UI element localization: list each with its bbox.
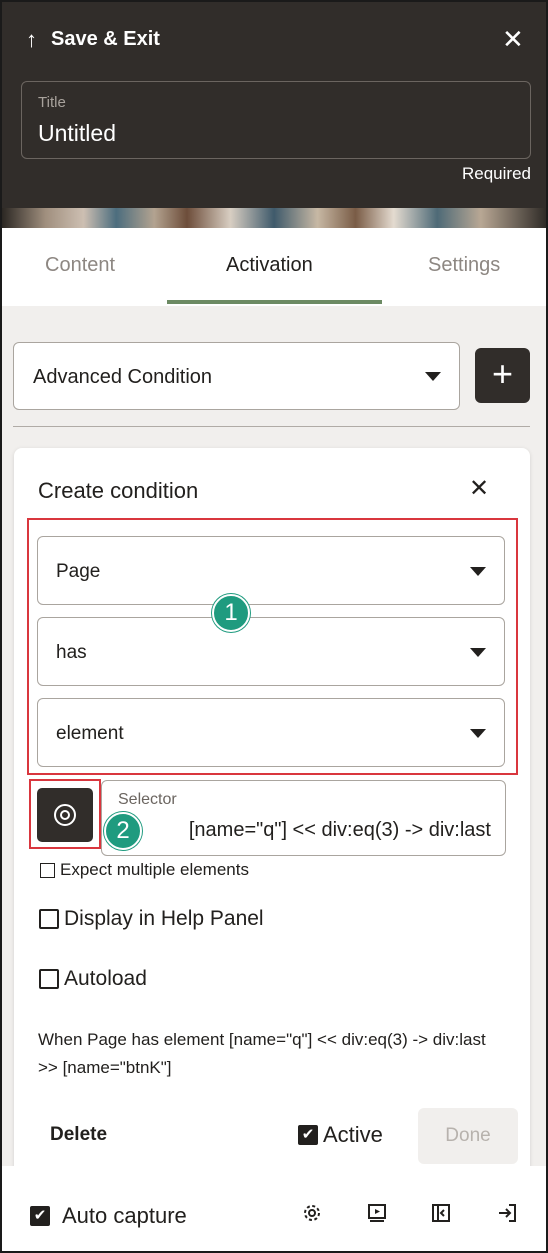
close-icon[interactable]: ✕ (502, 26, 524, 52)
chevron-down-icon (470, 648, 486, 657)
checkmark-icon: ✔ (30, 1206, 50, 1226)
display-help-panel-label: Display in Help Panel (64, 907, 264, 930)
add-condition-button[interactable]: + (475, 348, 530, 403)
autoload-label: Autoload (64, 967, 147, 990)
close-icon[interactable]: ✕ (469, 474, 489, 503)
expect-multiple-checkbox[interactable]: Expect multiple elements (40, 860, 249, 880)
title-field-label: Title (38, 94, 66, 111)
card-title: Create condition (38, 478, 199, 503)
active-checkbox[interactable]: ✔ Active (298, 1122, 383, 1148)
panel-frame: ↑ Save & Exit ✕ Title Untitled Required … (0, 0, 548, 1253)
decorative-banner (2, 208, 546, 228)
gear-icon[interactable] (301, 1202, 323, 1224)
expect-multiple-label: Expect multiple elements (60, 860, 249, 879)
done-button[interactable]: Done (418, 1108, 518, 1164)
checkmark-icon: ✔ (298, 1125, 318, 1145)
target-select-value: element (56, 723, 124, 744)
divider (13, 426, 530, 427)
checkbox-icon (40, 862, 55, 878)
panel-footer: ✔ Auto capture (2, 1166, 546, 1251)
target-icon-center (60, 810, 70, 820)
tab-bar: Content Activation Settings (2, 228, 546, 306)
auto-capture-checkbox[interactable]: ✔ Auto capture (30, 1203, 187, 1229)
element-picker-button[interactable] (37, 788, 93, 842)
selector-value[interactable]: [name="q"] << div:eq(3) -> div:last (189, 819, 491, 842)
title-field-value[interactable]: Untitled (38, 120, 116, 147)
save-exit-button[interactable]: ↑ Save & Exit (26, 28, 160, 51)
checkbox-icon (39, 909, 59, 929)
tab-settings[interactable]: Settings (428, 254, 500, 277)
target-select[interactable]: element (37, 698, 505, 767)
condition-type-value: Advanced Condition (33, 366, 213, 388)
annotation-badge-1: 1 (212, 594, 250, 632)
tab-content[interactable]: Content (45, 254, 115, 277)
activation-panel: Advanced Condition + Create condition ✕ … (2, 306, 546, 1178)
create-condition-card: Create condition ✕ Page has element 1 Se… (14, 448, 530, 1178)
condition-type-select[interactable]: Advanced Condition (13, 342, 460, 410)
plus-icon: + (491, 353, 514, 394)
active-tab-indicator (167, 300, 382, 304)
dock-panel-icon[interactable] (430, 1202, 452, 1224)
subject-select[interactable]: Page (37, 536, 505, 605)
annotation-badge-2: 2 (104, 812, 142, 850)
title-field[interactable]: Title Untitled (21, 81, 531, 159)
delete-button[interactable]: Delete (50, 1124, 107, 1146)
preview-icon[interactable] (366, 1202, 388, 1224)
tab-activation[interactable]: Activation (226, 254, 313, 277)
active-label: Active (323, 1122, 383, 1147)
checkbox-icon (39, 969, 59, 989)
exit-icon[interactable] (496, 1202, 518, 1224)
chevron-down-icon (425, 372, 441, 381)
autoload-checkbox[interactable]: Autoload (39, 967, 147, 991)
panel-header: ↑ Save & Exit ✕ Title Untitled Required (2, 2, 546, 212)
operator-select-value: has (56, 642, 87, 663)
required-hint: Required (462, 164, 531, 183)
display-help-panel-checkbox[interactable]: Display in Help Panel (39, 907, 264, 931)
subject-select-value: Page (56, 561, 101, 582)
chevron-down-icon (470, 567, 486, 576)
save-exit-label: Save & Exit (51, 28, 160, 50)
operator-select[interactable]: has (37, 617, 505, 686)
condition-summary: When Page has element [name="q"] << div:… (38, 1030, 486, 1077)
selector-field[interactable]: Selector [name="q"] << div:eq(3) -> div:… (101, 780, 506, 856)
chevron-down-icon (470, 729, 486, 738)
arrow-up-icon: ↑ (26, 26, 37, 52)
selector-label: Selector (118, 791, 177, 808)
auto-capture-label: Auto capture (62, 1203, 187, 1228)
